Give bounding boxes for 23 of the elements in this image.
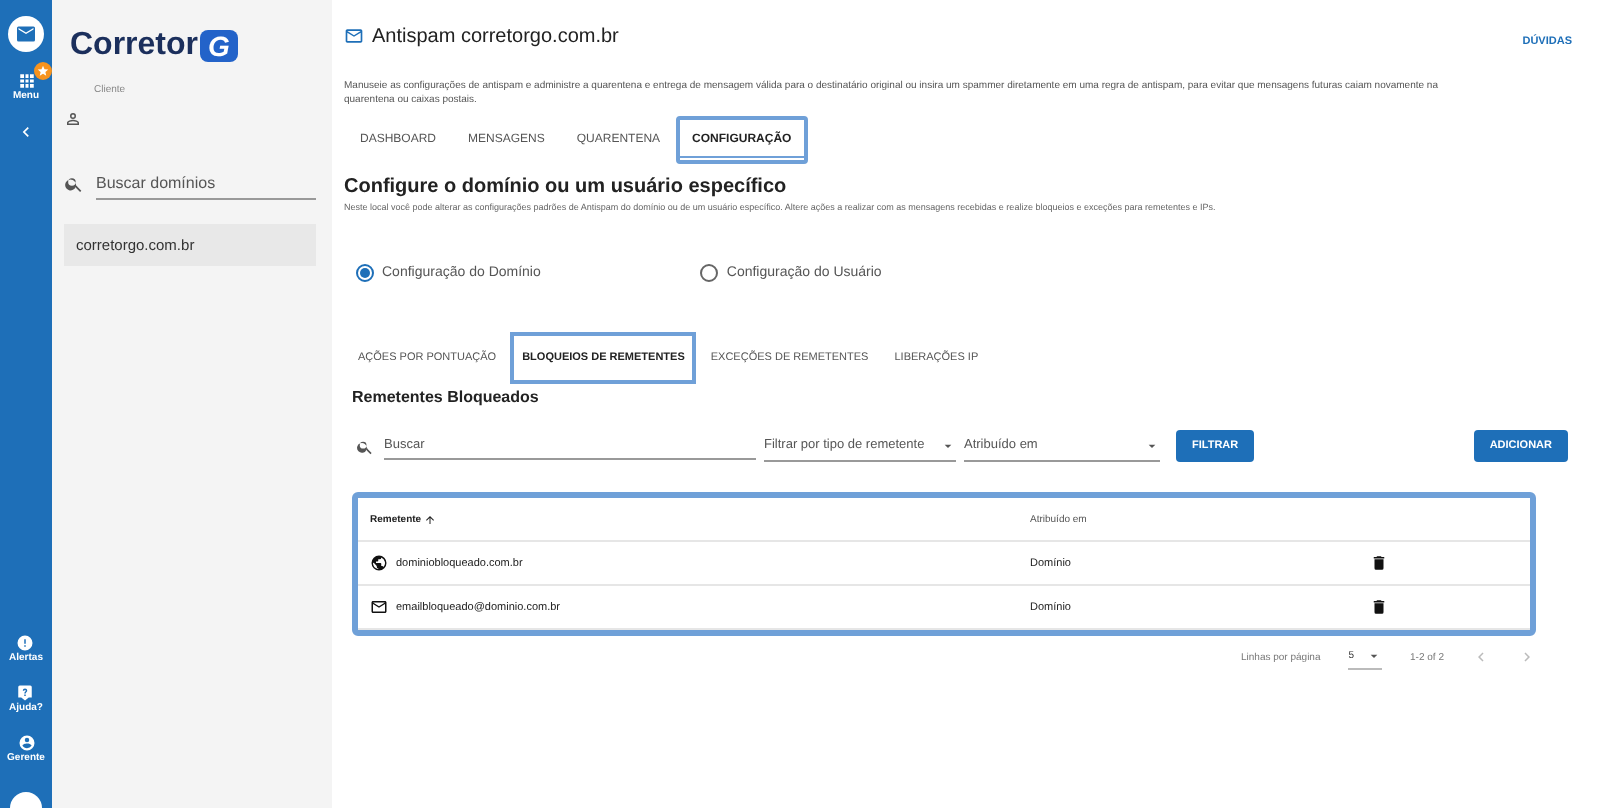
list-heading: Remetentes Bloqueados <box>350 388 541 406</box>
grid-icon <box>17 72 35 90</box>
section-heading: Configure o domínio ou um usuário específico <box>344 176 789 198</box>
person-icon <box>64 110 82 128</box>
mail-icon <box>344 26 364 46</box>
sort-up-icon <box>423 513 436 525</box>
globe-icon <box>370 554 388 572</box>
trash-icon[interactable] <box>1370 554 1388 572</box>
user-icon <box>17 734 35 752</box>
mail-icon <box>370 598 388 616</box>
trash-icon[interactable] <box>1370 598 1388 616</box>
radio-button[interactable] <box>700 264 719 282</box>
alert-icon <box>16 634 35 652</box>
avatar-icon[interactable] <box>10 792 42 808</box>
logo-text: Corretor <box>70 28 199 64</box>
page-title: Antispam corretorgo.com.br <box>372 25 619 47</box>
domain-search-field[interactable]: Buscar domínios <box>96 168 316 200</box>
logo-badge: G <box>200 30 238 62</box>
search-icon <box>64 174 84 194</box>
search-icon <box>356 437 374 455</box>
mail-icon[interactable] <box>8 16 44 52</box>
help-icon <box>16 684 35 702</box>
radio-button[interactable] <box>356 264 374 282</box>
